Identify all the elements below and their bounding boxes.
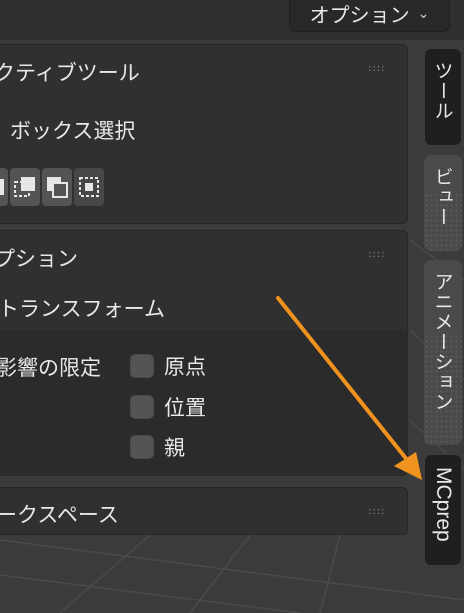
header-bar: オプション ⌄ [0,0,464,40]
tab-view[interactable]: ビュー [424,155,462,251]
check-label: 親 [164,436,185,460]
mode-subtract-icon [47,177,68,198]
tab-mcprep[interactable]: MCprep [424,454,462,566]
checkbox[interactable] [130,354,154,378]
options-title[interactable]: プション [0,243,78,273]
checkbox[interactable] [130,435,154,459]
mode-set-icon [0,179,4,195]
selection-mode-buttons [0,168,104,208]
mode-difference-button[interactable] [74,168,104,206]
panel-grip-icon[interactable]: :::: [368,64,385,74]
active-tool-title[interactable]: クティブツール [0,57,140,87]
tab-label: ツール [431,61,454,121]
check-label: 位置 [164,396,206,420]
options-label: オプション [309,2,410,27]
tab-label: アニメーション [431,272,454,412]
workspace-title[interactable]: ークスペース [0,499,119,529]
check-location[interactable]: 位置 [130,392,206,422]
mode-difference-icon [79,177,99,197]
tab-animation[interactable]: アニメーション [424,260,462,445]
panel-grip-icon[interactable]: :::: [368,250,385,260]
chevron-down-icon: ⌄ [417,6,430,22]
tab-label: ビュー [431,167,454,227]
panel-grip-icon[interactable]: :::: [368,507,385,517]
check-origin[interactable]: 原点 [130,351,206,381]
check-parent[interactable]: 親 [130,432,185,462]
transform-subpanel-title[interactable]: トランスフォーム [0,293,165,323]
tab-label: MCprep [432,467,455,542]
tool-name: ボックス選択 [10,119,136,143]
tab-tool[interactable]: ツール [424,48,462,146]
mode-extend-icon [14,177,35,197]
mode-set-button[interactable] [0,168,8,206]
mode-extend-button[interactable] [10,168,40,206]
check-label: 原点 [164,355,206,379]
options-dropdown[interactable]: オプション ⌄ [289,0,450,32]
checkbox[interactable] [130,395,154,419]
mode-subtract-button[interactable] [42,168,72,206]
affect-only-label: 影響の限定 [0,356,101,380]
